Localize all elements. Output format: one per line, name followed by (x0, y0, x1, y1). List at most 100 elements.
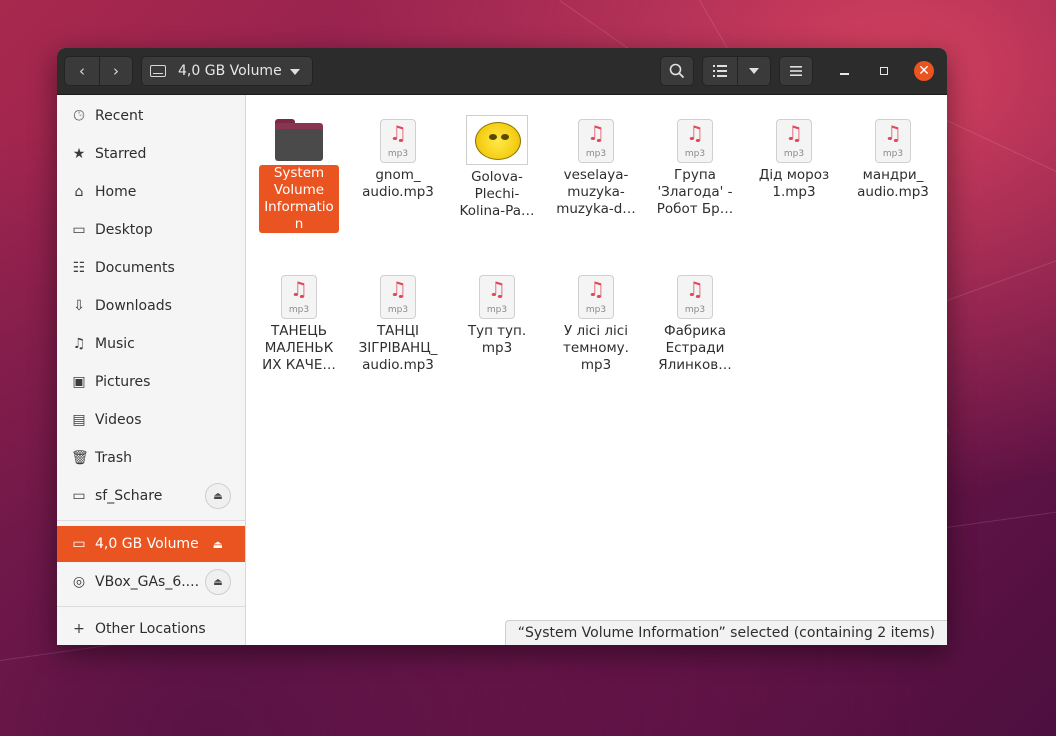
audio-file-icon: ♫ mp3 (875, 119, 911, 163)
document-icon: ☷ (72, 260, 86, 276)
sidebar-item-label: Starred (95, 146, 147, 162)
location-button[interactable]: 4,0 GB Volume (141, 56, 313, 86)
music-icon: ♫ (72, 336, 86, 352)
sidebar-item-label: Home (95, 184, 137, 200)
sidebar-item-recent[interactable]: 🕒︎ Recent (57, 98, 245, 134)
sidebar-item-sf-schare[interactable]: ▭ sf_Schare ⏏ (57, 478, 245, 514)
drive-icon: ▭ (72, 488, 86, 504)
plus-icon: + (73, 621, 85, 637)
status-text: “System Volume Information” selected (co… (517, 625, 935, 641)
sidebar-item-documents[interactable]: ☷ Documents (57, 250, 245, 286)
eject-button[interactable]: ⏏ (205, 483, 231, 509)
eject-icon: ⏏ (213, 490, 223, 502)
audio-file-icon: ♫ mp3 (380, 119, 416, 163)
sidebar-item-label: 4,0 GB Volume (95, 536, 199, 552)
back-button[interactable]: ‹ (64, 56, 100, 86)
close-icon: ✕ (918, 63, 930, 79)
chevron-down-icon (749, 68, 759, 74)
sidebar-item-label: Documents (95, 260, 175, 276)
sidebar-item-videos[interactable]: ▤ Videos (57, 402, 245, 438)
sidebar-item-starred[interactable]: ★ Starred (57, 136, 245, 172)
sidebar-item-label: Pictures (95, 374, 151, 390)
audio-file-icon: ♫ mp3 (776, 119, 812, 163)
file-item-mp3[interactable]: ♫ mp3 Група 'Злагода' - Робот Бр… (653, 115, 737, 218)
file-name: ТАНЦІ ЗІГРІВАНЦ_ audio.mp3 (358, 323, 438, 373)
sidebar: 🕒︎ Recent ★ Starred ⌂ Home ▭ Desktop ☷ D… (57, 95, 246, 645)
sidebar-item-music[interactable]: ♫ Music (57, 326, 245, 362)
file-item-folder[interactable]: System Volume Informatio n (257, 115, 341, 233)
sidebar-item-pictures[interactable]: ▣ Pictures (57, 364, 245, 400)
file-item-mp3[interactable]: ♫ mp3 Фабрика Естради Ялинков… (653, 271, 737, 374)
hamburger-menu-icon (790, 66, 802, 76)
desktop-icon: ▭ (72, 222, 86, 238)
clock-icon: 🕒︎ (73, 108, 85, 124)
file-item-image[interactable]: Golova-Plechi-Kolina-Pa… (455, 115, 539, 220)
sidebar-item-label: Music (95, 336, 135, 352)
drive-icon: ▭ (72, 536, 86, 552)
sidebar-item-vbox-gas[interactable]: ◎ VBox_GAs_6.... ⏏ (57, 564, 245, 600)
file-name: Група 'Злагода' - Робот Бр… (656, 167, 734, 217)
sidebar-item-label: sf_Schare (95, 488, 163, 504)
audio-file-icon: ♫ mp3 (479, 275, 515, 319)
file-item-mp3[interactable]: ♫ mp3 мандри_ audio.mp3 (851, 115, 935, 201)
menu-button[interactable] (779, 56, 813, 86)
drive-icon (150, 65, 166, 77)
file-item-mp3[interactable]: ♫ mp3 gnom_ audio.mp3 (356, 115, 440, 201)
file-name: мандри_ audio.mp3 (857, 167, 929, 200)
list-view-button[interactable] (702, 56, 738, 86)
minimize-icon (839, 73, 849, 75)
header-bar: ‹ › 4,0 GB Volume ✕ (57, 48, 947, 95)
folder-icon (275, 119, 323, 161)
file-name: gnom_ audio.mp3 (362, 167, 434, 200)
file-name: veselaya-muzyka-muzyka-d… (556, 167, 636, 217)
file-item-mp3[interactable]: ♫ mp3 Дід мороз 1.mp3 (752, 115, 836, 201)
sidebar-item-label: Videos (95, 412, 142, 428)
file-grid: System Volume Informatio n ♫ mp3 gnom_ au… (246, 95, 947, 645)
audio-file-icon: ♫ mp3 (578, 275, 614, 319)
chevron-right-icon: › (113, 62, 119, 80)
chevron-left-icon: ‹ (79, 62, 85, 80)
star-icon: ★ (72, 146, 86, 162)
minimize-button[interactable] (834, 61, 854, 81)
sidebar-item-label: Recent (95, 108, 144, 124)
file-name: System Volume Informatio n (259, 165, 339, 233)
close-button[interactable]: ✕ (914, 61, 934, 81)
view-options-button[interactable] (737, 56, 771, 86)
sidebar-item-trash[interactable]: 🗑︎ Trash (57, 440, 245, 476)
sidebar-item-4gb-volume[interactable]: ▭ 4,0 GB Volume ⏏ (57, 526, 245, 562)
maximize-button[interactable] (874, 61, 894, 81)
eject-button[interactable]: ⏏ (205, 569, 231, 595)
audio-file-icon: ♫ mp3 (380, 275, 416, 319)
sidebar-item-downloads[interactable]: ⇩ Downloads (57, 288, 245, 324)
audio-file-icon: ♫ mp3 (578, 119, 614, 163)
audio-file-icon: ♫ mp3 (281, 275, 317, 319)
file-item-mp3[interactable]: ♫ mp3 ТАНЦІ ЗІГРІВАНЦ_ audio.mp3 (356, 271, 440, 374)
file-name: У лісі лісі темному. mp3 (563, 323, 629, 373)
sidebar-separator (57, 520, 245, 521)
file-name: ТАНЕЦЬ МАЛЕНЬК ИХ КАЧЕ… (262, 323, 336, 373)
home-icon: ⌂ (74, 184, 84, 200)
search-button[interactable] (660, 56, 694, 86)
sidebar-item-label: Trash (95, 450, 132, 466)
file-item-mp3[interactable]: ♫ mp3 Туп туп. mp3 (455, 271, 539, 357)
file-item-mp3[interactable]: ♫ mp3 veselaya-muzyka-muzyka-d… (554, 115, 638, 218)
file-name: Фабрика Естради Ялинков… (658, 323, 732, 373)
chevron-down-icon (290, 69, 300, 75)
maximize-icon (880, 67, 888, 75)
picture-icon: ▣ (72, 374, 86, 390)
eject-icon[interactable]: ⏏ (213, 538, 223, 551)
image-thumbnail (466, 115, 528, 165)
search-icon (669, 63, 685, 79)
sidebar-item-label: Downloads (95, 298, 172, 314)
file-manager-window: ‹ › 4,0 GB Volume ✕ 🕒︎ Recent ★ Starred … (57, 48, 947, 645)
sidebar-item-home[interactable]: ⌂ Home (57, 174, 245, 210)
file-item-mp3[interactable]: ♫ mp3 ТАНЕЦЬ МАЛЕНЬК ИХ КАЧЕ… (257, 271, 341, 374)
eject-icon: ⏏ (213, 576, 223, 588)
file-name: Golova-Plechi-Kolina-Pa… (459, 169, 535, 219)
disc-icon: ◎ (72, 574, 86, 590)
video-icon: ▤ (72, 412, 86, 428)
sidebar-item-desktop[interactable]: ▭ Desktop (57, 212, 245, 248)
file-item-mp3[interactable]: ♫ mp3 У лісі лісі темному. mp3 (554, 271, 638, 374)
sidebar-item-other-locations[interactable]: + Other Locations (57, 611, 245, 645)
forward-button[interactable]: › (99, 56, 133, 86)
